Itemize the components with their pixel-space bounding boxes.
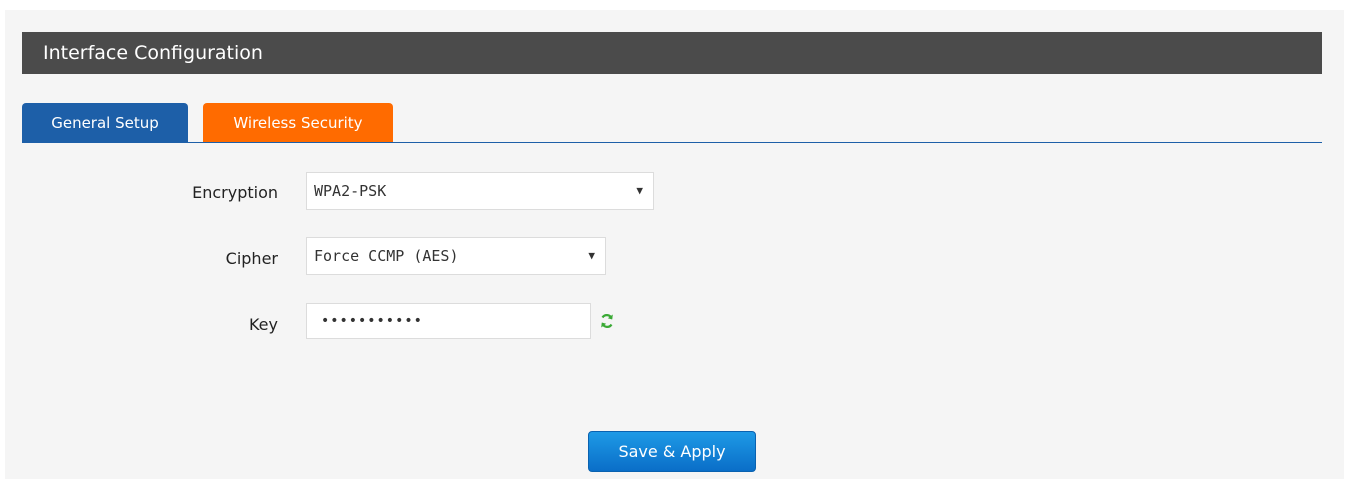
cipher-label: Cipher <box>225 249 278 268</box>
cipher-select[interactable]: Force CCMP (AES) ▼ <box>306 237 606 275</box>
save-apply-button[interactable]: Save & Apply <box>588 431 756 472</box>
dropdown-arrow-icon: ▼ <box>636 184 643 197</box>
tab-wireless-security[interactable]: Wireless Security <box>203 103 393 143</box>
key-label: Key <box>248 315 278 334</box>
cipher-value: Force CCMP (AES) <box>314 247 459 265</box>
page-title: Interface Configuration <box>22 32 1322 74</box>
encryption-value: WPA2-PSK <box>314 182 387 200</box>
encryption-label: Encryption <box>192 183 278 202</box>
dropdown-arrow-icon: ▼ <box>588 249 595 262</box>
tab-general-setup[interactable]: General Setup <box>22 103 188 143</box>
key-input[interactable]: ••••••••••• <box>306 303 591 339</box>
refresh-icon[interactable] <box>598 312 616 330</box>
tab-divider <box>22 142 1322 143</box>
encryption-select[interactable]: WPA2-PSK ▼ <box>306 172 654 210</box>
page-background <box>5 10 1344 479</box>
